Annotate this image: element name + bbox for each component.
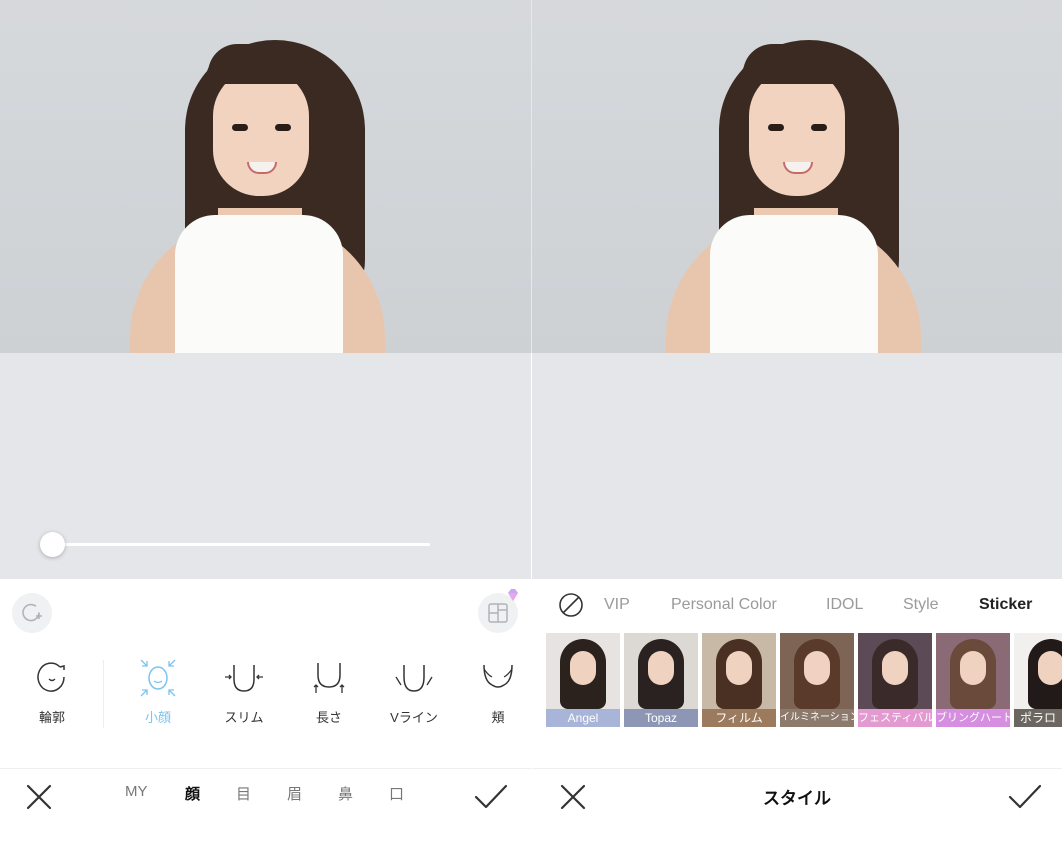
sticker-festival[interactable]: フェスティバル [858, 633, 932, 727]
sticker-label: Angel [546, 709, 620, 727]
sticker-film[interactable]: フィルム [702, 633, 776, 727]
tool-v-line[interactable]: Vライン [374, 655, 454, 726]
tab-sticker[interactable]: Sticker [979, 596, 1032, 614]
tab-mouth[interactable]: 口 [389, 783, 404, 804]
sticker-label: イルミネーション [780, 709, 854, 727]
tab-personal-color[interactable]: Personal Color [671, 596, 777, 614]
intensity-slider-knob[interactable] [40, 532, 65, 557]
add-face-button[interactable] [12, 593, 52, 633]
sticker-illumination[interactable]: イルミネーション [780, 633, 854, 727]
screen-title: スタイル [763, 789, 831, 808]
length-icon [313, 663, 345, 693]
tool-slim[interactable]: スリム [204, 655, 284, 726]
sticker-label: ポラロ [1014, 709, 1062, 727]
sticker-label: Topaz [624, 709, 698, 727]
tool-list: 輪郭 小顔 スリム 長さ Vライン 頬 [0, 655, 531, 735]
tool-label: スリム [224, 710, 264, 725]
tab-vip[interactable]: VIP [604, 596, 630, 614]
portrait [532, 0, 1062, 353]
tool-contour[interactable]: 輪郭 [12, 655, 92, 726]
tab-style[interactable]: Style [903, 596, 939, 614]
confirm-icon[interactable] [472, 780, 510, 814]
cheek-icon [483, 664, 513, 688]
contour-icon [37, 662, 65, 692]
cancel-icon[interactable] [22, 780, 56, 814]
category-tabs: MY 顔 目 眉 鼻 口 [100, 783, 440, 809]
small-face-icon [140, 659, 176, 697]
tab-my[interactable]: MY [125, 783, 148, 800]
bottom-divider [0, 768, 531, 769]
bottom-divider [532, 768, 1062, 769]
add-face-icon [22, 603, 42, 622]
tab-eye[interactable]: 目 [236, 783, 251, 804]
confirm-icon[interactable] [1006, 780, 1044, 814]
sticker-label: フェスティバル [858, 709, 932, 727]
tool-label: 頬 [491, 710, 505, 725]
tool-label: 輪郭 [38, 710, 65, 725]
sticker-bling-heart[interactable]: ブリングハート [936, 633, 1010, 727]
tab-nose[interactable]: 鼻 [338, 783, 353, 804]
sticker-angel[interactable]: Angel [546, 633, 620, 727]
tab-brow[interactable]: 眉 [287, 783, 302, 804]
intensity-slider-track[interactable] [52, 543, 430, 546]
sticker-topaz[interactable]: Topaz [624, 633, 698, 727]
tab-face[interactable]: 顔 [185, 783, 200, 804]
face-edit-screen: 輪郭 小顔 スリム 長さ Vライン 頬 MY 顔 目 眉 鼻 口 [0, 0, 531, 844]
v-line-icon [395, 665, 433, 692]
premium-gem-icon [508, 589, 518, 601]
canvas-area [532, 353, 1062, 579]
tool-length[interactable]: 長さ [289, 655, 369, 726]
photo-preview [0, 0, 531, 353]
sticker-list: Angel Topaz フィルム イルミネーション フェスティバル ブリングハー… [546, 633, 1062, 728]
tool-separator [103, 660, 104, 728]
tool-label: Vライン [390, 710, 438, 725]
tool-cheek[interactable]: 頬 [458, 655, 531, 726]
tab-idol[interactable]: IDOL [826, 596, 863, 614]
sticker-label: フィルム [702, 709, 776, 727]
portrait [0, 0, 531, 353]
tool-label: 長さ [315, 710, 342, 725]
tool-label: 小顔 [144, 710, 171, 725]
tool-small-face[interactable]: 小顔 [118, 655, 198, 726]
sticker-label: ブリングハート [936, 709, 1010, 727]
photo-preview [532, 0, 1062, 353]
style-screen: VIP Personal Color IDOL Style Sticker An… [532, 0, 1062, 844]
slim-icon [225, 665, 263, 692]
sticker-polaroid[interactable]: ポラロ [1014, 633, 1062, 727]
layout-icon [488, 603, 508, 623]
filter-category-tabs: VIP Personal Color IDOL Style Sticker [532, 590, 1062, 620]
